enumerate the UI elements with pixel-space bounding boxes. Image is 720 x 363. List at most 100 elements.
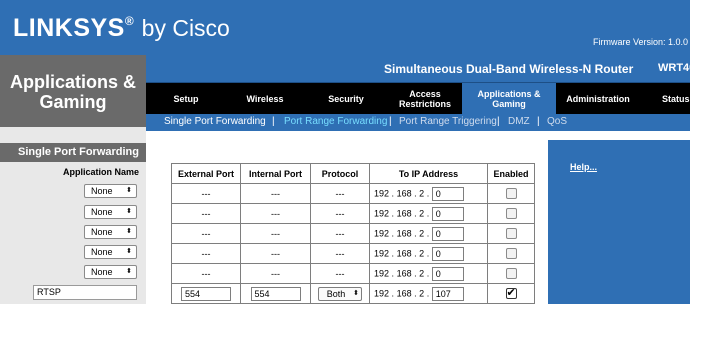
help-link[interactable]: Help...	[570, 162, 597, 172]
subtab-separator: |	[537, 116, 540, 127]
external-port: 554	[171, 283, 241, 304]
tab-access-restrictions[interactable]: Access Restrictions	[388, 83, 462, 114]
port-forwarding-table: External Port Internal Port Protocol To …	[171, 163, 535, 304]
subtab-dmz[interactable]: DMZ	[508, 116, 530, 127]
ip-last-octet-input[interactable]: 0	[431, 186, 464, 201]
ip-octet-1: 192	[374, 187, 390, 198]
ip-octet-3: 2	[419, 287, 425, 298]
help-panel: Help...	[548, 140, 690, 304]
content-area: External Port Internal Port Protocol To …	[155, 131, 548, 304]
protocol: Both ⬍	[310, 283, 370, 304]
table-row: --- --- --- 192 . 168 . 2 . 0	[171, 243, 535, 264]
ip-dot: .	[414, 267, 417, 278]
protocol: ---	[310, 243, 370, 264]
ip-last-octet-input[interactable]: 0	[431, 206, 464, 221]
external-port: ---	[171, 183, 241, 204]
updown-arrow-icon: ⬍	[353, 289, 359, 297]
ip-dot: .	[426, 287, 430, 298]
ip-address: 192 . 168 . 2 . 0	[369, 223, 488, 244]
ip-dot: .	[391, 247, 395, 258]
table-row: --- --- --- 192 . 168 . 2 . 0	[171, 263, 535, 284]
application-select-value: None	[91, 247, 113, 257]
application-select[interactable]: None ⬍	[84, 184, 137, 198]
ip-last-octet-input[interactable]: 107	[431, 286, 464, 301]
ip-octet-3: 2	[419, 247, 425, 258]
subtab-qos[interactable]: QoS	[547, 116, 567, 127]
enabled-cell	[487, 283, 535, 304]
ip-address: 192 . 168 . 2 . 0	[369, 203, 488, 224]
external-port-input[interactable]: 554	[181, 286, 231, 301]
updown-arrow-icon: ⬍	[126, 268, 132, 275]
ip-address: 192 . 168 . 2 . 0	[369, 183, 488, 204]
section-title: Applications & Gaming	[9, 72, 136, 112]
ip-address: 192 . 168 . 2 . 0	[369, 263, 488, 284]
application-select[interactable]: None ⬍	[84, 245, 137, 259]
protocol: ---	[310, 223, 370, 244]
sub-tabs: Single Port Forwarding | Port Range Forw…	[146, 114, 690, 131]
ip-dot: .	[414, 187, 417, 198]
col-enabled: Enabled	[487, 163, 535, 184]
application-name-label: Application Name	[62, 167, 139, 177]
tab-setup[interactable]: Setup	[146, 83, 226, 114]
enabled-cell	[487, 183, 535, 204]
ip-octet-2: 168	[396, 187, 412, 198]
tab-status[interactable]: Status	[640, 83, 690, 114]
enabled-cell	[487, 243, 535, 264]
protocol-select-value: Both	[326, 288, 346, 299]
ip-dot: .	[391, 207, 395, 218]
application-select[interactable]: None ⬍	[84, 205, 137, 219]
ip-octet-1: 192	[374, 227, 390, 238]
ip-octet-1: 192	[374, 207, 390, 218]
sidebar-header-label: Single Port Forwarding	[17, 146, 139, 158]
main-tabs: Setup Wireless Security Access Restricti…	[146, 83, 690, 114]
ip-octet-1: 192	[374, 247, 390, 258]
subtab-separator: |	[497, 116, 500, 127]
router-model: WRT400N	[658, 62, 690, 74]
protocol-select[interactable]: Both ⬍	[318, 286, 362, 301]
table-row: --- --- --- 192 . 168 . 2 . 0	[171, 223, 535, 244]
updown-arrow-icon: ⬍	[126, 248, 132, 255]
tab-administration[interactable]: Administration	[556, 83, 640, 114]
subtab-port-range-forwarding[interactable]: Port Range Forwarding	[284, 116, 387, 127]
ip-last-octet-input[interactable]: 0	[431, 266, 464, 281]
updown-arrow-icon: ⬍	[126, 208, 132, 215]
gutter	[146, 131, 155, 304]
enabled-checkbox[interactable]	[505, 248, 517, 260]
enabled-checkbox[interactable]	[505, 188, 517, 200]
external-port: ---	[171, 203, 241, 224]
ip-octet-3: 2	[419, 227, 425, 238]
ip-dot: .	[426, 207, 430, 218]
ip-last-octet-input[interactable]: 0	[431, 246, 464, 261]
ip-last-octet-input[interactable]: 0	[431, 226, 464, 241]
internal-port-input[interactable]: 554	[250, 286, 301, 301]
subtab-separator: |	[389, 116, 392, 127]
enabled-checkbox[interactable]	[505, 286, 517, 300]
ip-dot: .	[426, 267, 430, 278]
ip-octet-1: 192	[374, 267, 390, 278]
tab-security[interactable]: Security	[304, 83, 388, 114]
router-name-bar: Simultaneous Dual-Band Wireless-N Router…	[146, 55, 690, 83]
ip-octet-2: 168	[396, 287, 412, 298]
application-select[interactable]: None ⬍	[84, 225, 137, 239]
col-external-port: External Port	[171, 163, 241, 184]
ip-dot: .	[391, 267, 395, 278]
external-port: ---	[171, 223, 241, 244]
ip-octet-1: 192	[374, 287, 390, 298]
col-protocol: Protocol	[310, 163, 370, 184]
by-cisco-text: by Cisco	[141, 15, 230, 41]
tab-wireless[interactable]: Wireless	[226, 83, 304, 114]
linksys-logo: LINKSYS® by Cisco	[13, 14, 230, 42]
updown-arrow-icon: ⬍	[126, 228, 132, 235]
enabled-checkbox[interactable]	[505, 228, 517, 240]
tab-applications-gaming[interactable]: Applications & Gaming	[462, 83, 556, 114]
enabled-checkbox[interactable]	[505, 268, 517, 280]
ip-dot: .	[426, 247, 430, 258]
ip-dot: .	[391, 287, 395, 298]
col-to-ip-address: To IP Address	[369, 163, 488, 184]
application-name-field[interactable]: RTSP	[33, 285, 137, 300]
internal-port: ---	[240, 223, 311, 244]
subtab-single-port-forwarding[interactable]: Single Port Forwarding	[164, 116, 266, 127]
subtab-port-range-triggering[interactable]: Port Range Triggering	[399, 116, 497, 127]
application-select[interactable]: None ⬍	[84, 265, 137, 279]
enabled-checkbox[interactable]	[505, 208, 517, 220]
